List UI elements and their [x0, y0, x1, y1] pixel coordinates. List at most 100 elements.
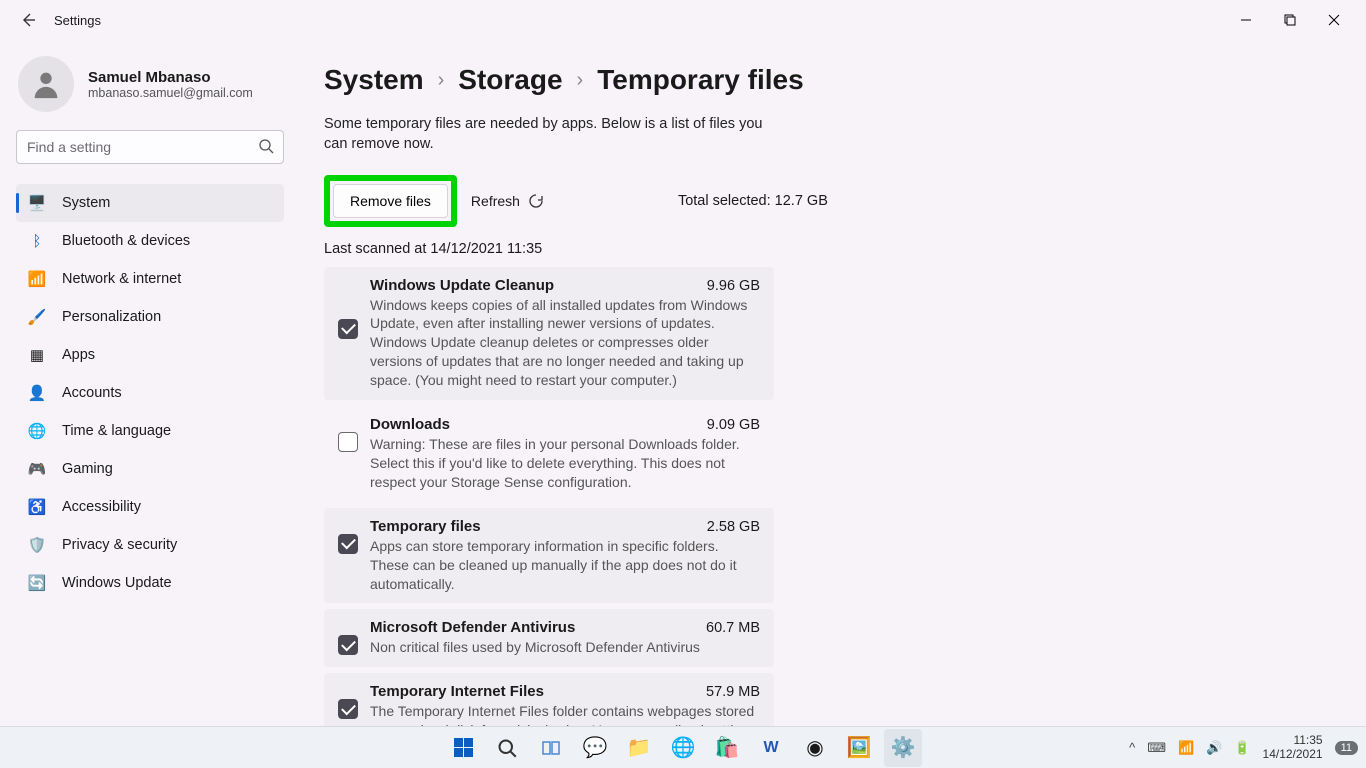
nav-icon: 🖌️ — [28, 308, 46, 326]
nav-icon: ᛒ — [28, 232, 46, 250]
user-row[interactable]: Samuel Mbanaso mbanaso.samuel@gmail.com — [16, 56, 284, 112]
item-checkbox[interactable] — [338, 635, 358, 655]
chrome-icon[interactable]: ◉ — [796, 729, 834, 767]
item-list: Windows Update Cleanup 9.96 GB Windows kee… — [324, 267, 774, 726]
highlight-annotation: Remove files — [324, 175, 457, 227]
nav-label: Accessibility — [62, 499, 141, 515]
chevron-right-icon: › — [438, 69, 445, 92]
refresh-label: Refresh — [471, 193, 520, 209]
nav-icon: 🔄 — [28, 574, 46, 592]
keyboard-icon[interactable]: ⌨ — [1147, 740, 1166, 756]
clock[interactable]: 11:35 14/12/2021 — [1263, 734, 1323, 762]
nav-label: Apps — [62, 347, 95, 363]
item-title: Microsoft Defender Antivirus — [370, 619, 575, 636]
nav-icon: ▦ — [28, 346, 46, 364]
nav-label: Bluetooth & devices — [62, 233, 190, 249]
user-email: mbanaso.samuel@gmail.com — [88, 86, 253, 100]
edge-icon[interactable]: 🌐 — [664, 729, 702, 767]
item-title: Windows Update Cleanup — [370, 277, 554, 294]
item-description: Windows keeps copies of all installed up… — [370, 296, 760, 390]
maximize-button[interactable] — [1268, 5, 1312, 35]
item-checkbox[interactable] — [338, 319, 358, 339]
last-scanned: Last scanned at 14/12/2021 11:35 — [324, 241, 1326, 257]
nav-icon: ♿ — [28, 498, 46, 516]
search-input[interactable] — [16, 130, 284, 164]
nav-label: Windows Update — [62, 575, 172, 591]
nav-icon: 👤 — [28, 384, 46, 402]
chevron-right-icon: › — [577, 69, 584, 92]
titlebar: Settings — [0, 0, 1366, 40]
nav-label: Privacy & security — [62, 537, 177, 553]
system-tray: ^ ⌨ 📶 🔊 🔋 11:35 14/12/2021 11 — [1129, 734, 1358, 762]
sidebar-item-bluetooth-devices[interactable]: ᛒ Bluetooth & devices — [16, 222, 284, 260]
clock-date: 14/12/2021 — [1263, 748, 1323, 762]
sidebar-item-system[interactable]: 🖥️ System — [16, 184, 284, 222]
nav-icon: 🌐 — [28, 422, 46, 440]
nav-label: Personalization — [62, 309, 161, 325]
item-size: 60.7 MB — [706, 620, 760, 636]
sidebar-item-windows-update[interactable]: 🔄 Windows Update — [16, 564, 284, 602]
sidebar-item-network-internet[interactable]: 📶 Network & internet — [16, 260, 284, 298]
sidebar-item-accessibility[interactable]: ♿ Accessibility — [16, 488, 284, 526]
nav-label: System — [62, 195, 110, 211]
nav-label: Gaming — [62, 461, 113, 477]
storage-item: Windows Update Cleanup 9.96 GB Windows kee… — [324, 267, 774, 400]
breadcrumb-storage[interactable]: Storage — [458, 64, 562, 96]
nav-list: 🖥️ System ᛒ Bluetooth & devices 📶 Network & i… — [16, 184, 284, 602]
refresh-button[interactable]: Refresh — [471, 193, 544, 209]
start-button[interactable] — [444, 729, 482, 767]
sidebar-item-personalization[interactable]: 🖌️ Personalization — [16, 298, 284, 336]
remove-files-button[interactable]: Remove files — [333, 184, 448, 218]
storage-item: Downloads9.09 GBWarning: These are files… — [324, 406, 774, 502]
item-size: 57.9 MB — [706, 684, 760, 700]
photos-icon[interactable]: 🖼️ — [840, 729, 878, 767]
item-description: Non critical files used by Microsoft Def… — [370, 638, 760, 657]
item-size: 9.09 GB — [707, 417, 760, 433]
sidebar-item-accounts[interactable]: 👤Accounts — [16, 374, 284, 412]
battery-icon[interactable]: 🔋 — [1234, 740, 1250, 756]
taskbar: 💬 📁 🌐 🛍️ W ◉ 🖼️ ⚙️ ^ ⌨ 📶 🔊 🔋 11:35 14/12… — [0, 726, 1366, 768]
action-row: Remove files Refresh Total selected: 12.… — [324, 175, 1326, 227]
total-selected: Total selected: 12.7 GB — [678, 193, 828, 209]
sidebar-item-time-language[interactable]: 🌐 Time & language — [16, 412, 284, 450]
content: System › Storage › Temporary files Some … — [300, 40, 1366, 726]
arrow-left-icon — [20, 12, 36, 28]
sidebar-item-privacy-security[interactable]: 🛡️ Privacy & security — [16, 526, 284, 564]
avatar — [18, 56, 74, 112]
item-checkbox[interactable] — [338, 432, 358, 452]
item-description: Apps can store temporary information in … — [370, 537, 760, 594]
back-button[interactable] — [16, 8, 40, 32]
wifi-icon[interactable]: 📶 — [1178, 740, 1194, 756]
item-description: The Temporary Internet Files folder cont… — [370, 702, 760, 726]
item-size: 9.96 GB — [707, 278, 760, 294]
nav-icon: 📶 — [28, 270, 46, 288]
volume-icon[interactable]: 🔊 — [1206, 740, 1222, 756]
nav-icon: 🎮 — [28, 460, 46, 478]
nav-icon: 🛡️ — [28, 536, 46, 554]
breadcrumb-current: Temporary files — [597, 64, 803, 96]
word-icon[interactable]: W — [752, 729, 790, 767]
sidebar-item-apps[interactable]: ▦ Apps — [16, 336, 284, 374]
task-view-icon[interactable] — [532, 729, 570, 767]
taskbar-search-icon[interactable] — [488, 729, 526, 767]
chat-icon[interactable]: 💬 — [576, 729, 614, 767]
store-icon[interactable]: 🛍️ — [708, 729, 746, 767]
notification-badge[interactable]: 11 — [1335, 741, 1358, 755]
item-checkbox[interactable] — [338, 699, 358, 719]
taskbar-center: 💬 📁 🌐 🛍️ W ◉ 🖼️ ⚙️ — [444, 729, 922, 767]
tray-chevron-icon[interactable]: ^ — [1129, 740, 1135, 755]
breadcrumb-system[interactable]: System — [324, 64, 424, 96]
nav-icon: 🖥️ — [28, 194, 46, 212]
file-explorer-icon[interactable]: 📁 — [620, 729, 658, 767]
item-description: Warning: These are files in your persona… — [370, 435, 760, 492]
storage-item: Temporary Internet Files57.9 MBThe Tempo… — [324, 673, 774, 726]
minimize-button[interactable] — [1224, 5, 1268, 35]
breadcrumb: System › Storage › Temporary files — [324, 64, 1326, 96]
sidebar-item-gaming[interactable]: 🎮 Gaming — [16, 450, 284, 488]
nav-label: Time & language — [62, 423, 171, 439]
item-checkbox[interactable] — [338, 534, 358, 554]
storage-item: Microsoft Defender Antivirus 60.7 MB Non c… — [324, 609, 774, 667]
close-button[interactable] — [1312, 5, 1356, 35]
nav-label: Network & internet — [62, 271, 181, 287]
settings-icon[interactable]: ⚙️ — [884, 729, 922, 767]
